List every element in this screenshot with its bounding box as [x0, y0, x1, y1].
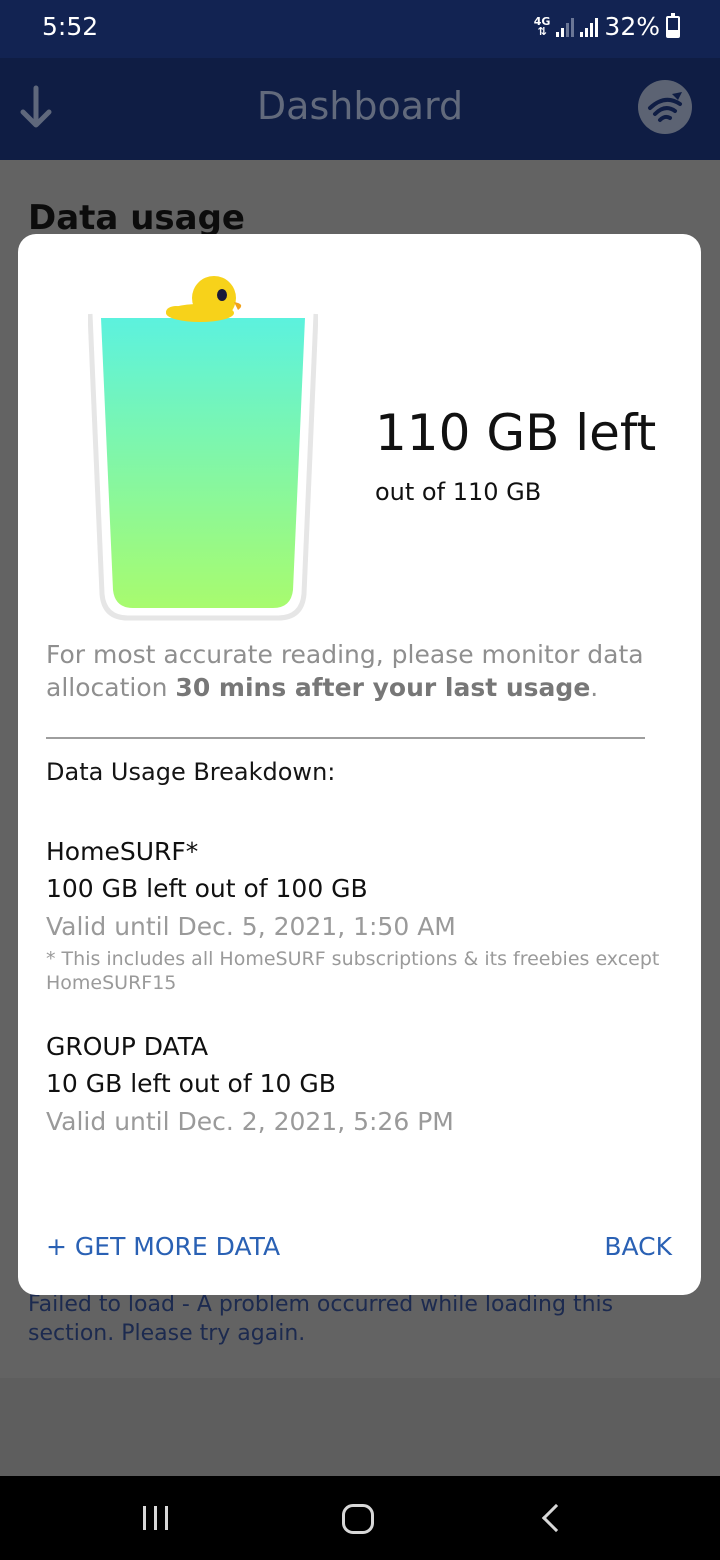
status-icons: 4G ⇅ 32%: [534, 12, 680, 41]
back-button[interactable]: BACK: [604, 1232, 672, 1261]
plan-footnote: * This includes all HomeSURF subscriptio…: [46, 948, 660, 994]
plan-homesurf: HomeSURF* 100 GB left out of 100 GB Vali…: [46, 837, 666, 995]
status-time: 5:52: [42, 12, 99, 41]
network-type-icon: 4G ⇅: [533, 14, 551, 38]
error-prefix: Failed to load: [28, 1292, 175, 1317]
duck-icon: [166, 276, 242, 322]
data-glass-gauge: [88, 276, 318, 621]
error-message[interactable]: Failed to load - A problem occurred whil…: [28, 1290, 688, 1348]
plan-remaining: 10 GB left out of 10 GB: [46, 1069, 336, 1098]
plan-name: HomeSURF*: [46, 837, 199, 866]
battery-icon: [666, 12, 680, 38]
plan-validity: Valid until Dec. 2, 2021, 5:26 PM: [46, 1107, 454, 1136]
app-bar: Dashboard: [0, 58, 720, 160]
navigation-bar: [0, 1476, 720, 1560]
get-more-data-button[interactable]: + GET MORE DATA: [46, 1232, 280, 1261]
home-icon[interactable]: [342, 1504, 374, 1534]
accuracy-note-bold: 30 mins after your last usage: [175, 673, 591, 702]
data-usage-dialog: 110 GB left out of 110 GB For most accur…: [18, 234, 701, 1295]
back-nav-icon[interactable]: [541, 1503, 571, 1533]
wifi-bird-logo-icon[interactable]: [638, 80, 692, 134]
page-title: Dashboard: [256, 84, 464, 128]
plan-remaining: 100 GB left out of 100 GB: [46, 874, 368, 903]
divider: [46, 737, 645, 739]
signal-icon-2: [580, 17, 599, 37]
accuracy-note: For most accurate reading, please monito…: [46, 640, 644, 702]
plan-validity: Valid until Dec. 5, 2021, 1:50 AM: [46, 912, 456, 941]
data-remaining: 110 GB left: [375, 404, 657, 462]
data-total: out of 110 GB: [375, 478, 542, 506]
signal-icon-1: [556, 17, 575, 37]
plan-group-data: GROUP DATA 10 GB left out of 10 GB Valid…: [46, 1032, 666, 1136]
plan-name: GROUP DATA: [46, 1032, 209, 1061]
recents-icon[interactable]: [143, 1506, 168, 1530]
section-title: Data usage: [28, 198, 245, 238]
status-bar: 5:52 4G ⇅ 32%: [0, 0, 720, 58]
breakdown-title: Data Usage Breakdown:: [46, 758, 336, 786]
battery-percent: 32%: [604, 12, 660, 41]
